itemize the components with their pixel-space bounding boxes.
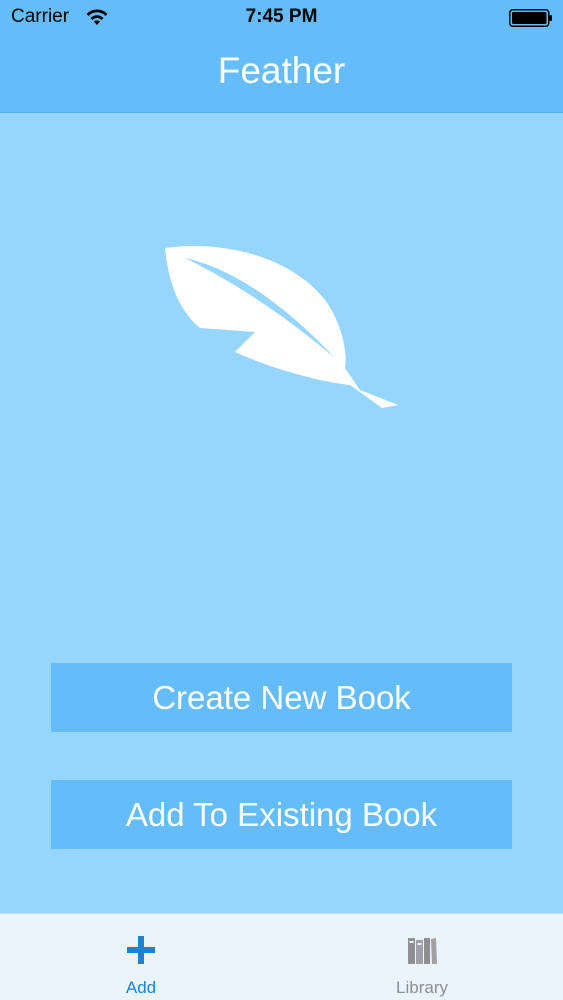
create-new-book-button[interactable]: Create New Book — [51, 663, 512, 732]
battery-icon — [509, 9, 552, 27]
top-bar: Carrier 7:45 PM Feather — [0, 0, 563, 113]
plus-icon — [127, 936, 155, 964]
feather-icon — [165, 245, 398, 408]
page-title: Feather — [217, 50, 346, 91]
app-screen: Carrier 7:45 PM Feather Create New Book … — [0, 0, 563, 1000]
add-to-existing-book-button[interactable]: Add To Existing Book — [51, 780, 512, 849]
status-bar: Carrier 7:45 PM — [0, 0, 563, 38]
tab-library-label: Library — [396, 978, 448, 997]
tab-add[interactable]: Add — [71, 914, 211, 1000]
status-time: 7:45 PM — [245, 6, 318, 27]
tab-add-label: Add — [125, 978, 157, 997]
books-icon — [408, 938, 437, 964]
tab-bar: Add Library — [0, 913, 563, 1000]
tab-library[interactable]: Library — [352, 914, 492, 1000]
